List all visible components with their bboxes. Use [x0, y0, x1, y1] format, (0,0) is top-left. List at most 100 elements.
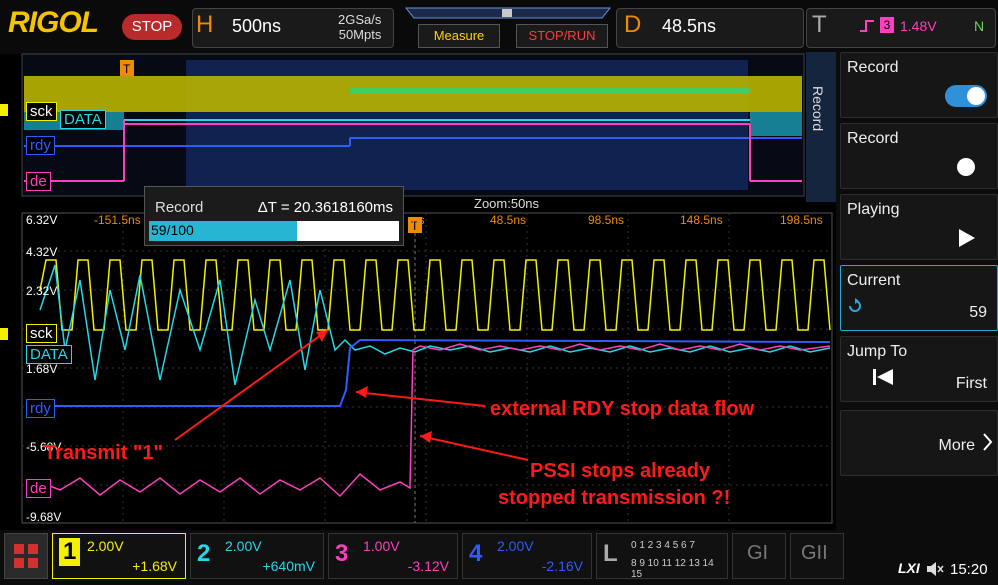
ch3-scale: 1.00V: [363, 538, 400, 554]
jump-to-label: Jump To: [847, 343, 908, 360]
y-label-2: 2.32V: [26, 284, 58, 298]
playing-label: Playing: [847, 201, 900, 218]
overview-tag-data: DATA: [60, 110, 106, 129]
logic-panel[interactable]: L 0 1 2 3 4 5 6 7 8 9 10 11 12 13 14 15: [596, 533, 728, 580]
svg-text:T: T: [123, 62, 131, 76]
record-tab[interactable]: Record: [806, 52, 836, 202]
gen2-button[interactable]: GII: [790, 533, 844, 579]
playing-button[interactable]: Playing: [840, 194, 998, 260]
ch1-panel[interactable]: 1 2.00V +1.68V: [52, 533, 186, 579]
tag-sck: sck: [26, 324, 57, 343]
y-label-0: 6.32V: [26, 213, 58, 227]
brand-logo: RIGOL: [8, 6, 99, 39]
annotation-pssi-1: PSSI stops already: [530, 460, 711, 482]
ch2-scale: 2.00V: [225, 538, 262, 554]
rotate-knob-icon: [849, 298, 861, 312]
record-start-button[interactable]: Record: [840, 123, 998, 189]
record-toggle-button[interactable]: Record: [840, 52, 998, 118]
ch3-panel[interactable]: 3 1.00V -3.12V: [328, 533, 458, 579]
measure-button[interactable]: Measure: [418, 24, 500, 48]
more-button[interactable]: More: [840, 410, 998, 476]
more-label: More: [938, 437, 975, 454]
trigger-letter: T: [812, 11, 827, 38]
logic-row1: 0 1 2 3 4 5 6 7: [631, 540, 695, 551]
toggle-switch[interactable]: [945, 85, 987, 107]
stoprun-button[interactable]: STOP/RUN: [516, 24, 608, 48]
current-frame-button[interactable]: Current 59: [840, 265, 998, 331]
record-tab-label: Record: [810, 86, 826, 132]
logic-label: L: [603, 540, 618, 567]
ch2-offset: +640mV: [262, 558, 315, 574]
run-state-badge[interactable]: STOP: [122, 14, 182, 40]
logic-row2: 8 9 10 11 12 13 14 15: [631, 558, 714, 580]
ch1-offset: +1.68V: [132, 558, 177, 574]
horizontal-letter: H: [196, 11, 214, 38]
ch3-number: 3: [335, 540, 349, 567]
ch2-panel[interactable]: 2 2.00V +640mV: [190, 533, 324, 579]
trigger-level: 1.48V: [900, 18, 937, 34]
record-progress-bar: 59/100: [149, 221, 399, 241]
skip-first-icon: [873, 369, 893, 385]
current-label: Current: [847, 272, 901, 289]
memory-depth: 50Mpts: [338, 27, 382, 42]
time-label-0: -151.5ns: [94, 213, 141, 227]
ch2-number: 2: [197, 540, 211, 567]
grid-menu-icon: [14, 544, 38, 568]
ch4-scale: 2.00V: [497, 538, 534, 554]
gen1-label: GI: [747, 542, 769, 564]
ch4-offset: -2.16V: [541, 558, 583, 574]
gen2-label: GII: [801, 542, 828, 564]
overview-tag-sck: sck: [26, 102, 57, 121]
ch4-number: 4: [469, 540, 483, 567]
timebase-value: 500ns: [232, 16, 282, 36]
record-progress-text: 59/100: [151, 222, 194, 238]
annotation-rdy: external RDY stop data flow: [490, 398, 755, 420]
record-dot-icon: [957, 158, 975, 176]
overview-tag-de: de: [26, 172, 51, 191]
time-label-3: 98.5ns: [588, 213, 625, 227]
record-toggle-label: Record: [847, 59, 899, 76]
memory-overview-bar: [404, 7, 612, 19]
ch1-scale: 2.00V: [87, 538, 124, 554]
time-label-4: 148.5ns: [680, 213, 723, 227]
time-label-1: ns: [412, 213, 425, 227]
trigger-edge-icon: [860, 20, 874, 32]
y-label-5: -9.68V: [26, 510, 62, 524]
y-label-3: 1.68V: [26, 362, 58, 376]
annotation-transmit: Transmit "1": [44, 442, 164, 464]
clock: 15:20: [950, 561, 988, 578]
annotation-pssi-2: stopped transmission ?!: [498, 487, 731, 509]
ch3-offset: -3.12V: [407, 558, 449, 574]
speaker-mute-icon[interactable]: [926, 561, 944, 577]
jump-to-button[interactable]: Jump To First: [840, 336, 998, 402]
record-popup: Record ΔT = 20.3618160ms 59/100: [144, 186, 404, 246]
record-start-label: Record: [847, 130, 899, 147]
delay-letter: D: [624, 11, 642, 38]
ch4-panel[interactable]: 4 2.00V -2.16V: [462, 533, 592, 579]
tag-rdy: rdy: [26, 399, 55, 418]
y-label-1: 4.32V: [26, 245, 58, 259]
time-label-5: 198.5ns: [780, 213, 823, 227]
sample-info: 2GSa/s 50Mpts: [338, 12, 381, 42]
tag-data: DATA: [26, 345, 72, 364]
gen1-button[interactable]: GI: [732, 533, 786, 579]
tag-de: de: [26, 479, 51, 498]
ch1-number: 1: [59, 538, 81, 566]
chevron-right-icon: [983, 433, 993, 451]
ch1-main-marker: [0, 328, 8, 340]
jump-to-value: First: [955, 375, 987, 392]
record-popup-label: Record: [155, 199, 204, 216]
time-label-2: 48.5ns: [490, 213, 527, 227]
zoom-label: Zoom:50ns: [474, 196, 540, 211]
current-value: 59: [969, 304, 987, 321]
delta-t: ΔT = 20.3618160ms: [257, 199, 393, 216]
sample-rate: 2GSa/s: [338, 12, 382, 27]
play-icon: [959, 229, 975, 247]
trigger-mode: N: [974, 18, 985, 34]
toggle-knob: [967, 87, 985, 105]
overview-tag-rdy: rdy: [26, 136, 55, 155]
ch1-marker: [0, 104, 8, 116]
lxi-logo: LXI: [898, 560, 920, 576]
trigger-source-badge: 3: [880, 17, 894, 33]
home-menu-button[interactable]: [4, 533, 48, 579]
